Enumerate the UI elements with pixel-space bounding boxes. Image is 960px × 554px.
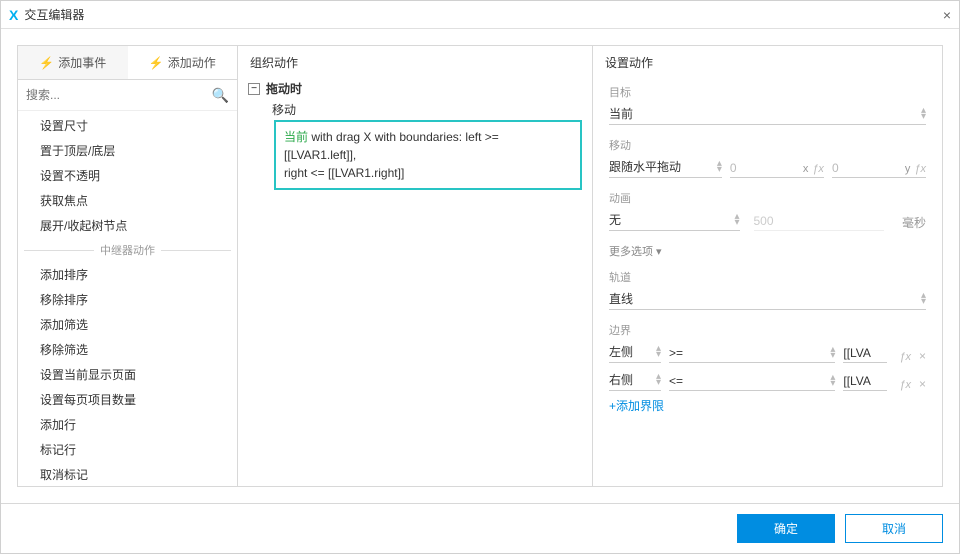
move-y-input[interactable]: 0 y ƒx <box>832 159 926 178</box>
titlebar: X 交互编辑器 × <box>1 1 959 29</box>
action-item[interactable]: 设置当前显示页面 <box>18 362 237 387</box>
track-value: 直线 <box>609 290 921 307</box>
bound-row: 右侧 ▴▾ <= ▴▾ [[LVA ƒx × <box>609 369 926 391</box>
chevron-updown-icon: ▴▾ <box>830 347 835 359</box>
action-item[interactable]: 获取焦点 <box>18 188 237 213</box>
chevron-updown-icon: ▴▾ <box>921 108 926 120</box>
action-item[interactable]: 设置每页项目数量 <box>18 387 237 412</box>
bound-side-select[interactable]: 右侧 ▴▾ <box>609 369 661 391</box>
action-text-line2: right <= [[LVAR1.right]] <box>284 166 404 180</box>
middle-pane: 组织动作 − 拖动时 移动 当前 with drag X with bounda… <box>237 45 592 487</box>
bound-op-select[interactable]: <= ▴▾ <box>669 372 835 391</box>
anim-field: 动画 无 ▴▾ 500 毫秒 <box>609 190 926 231</box>
cancel-button[interactable]: 取消 <box>845 514 943 543</box>
bounds-field: 边界 左侧 ▴▾ >= ▴▾ [[LVA ƒx × <box>609 322 926 414</box>
action-list[interactable]: 设置尺寸 置于顶层/底层 设置不透明 获取焦点 展开/收起树节点 中继器动作 添… <box>18 111 237 486</box>
anim-label: 动画 <box>609 190 926 206</box>
right-pane: 设置动作 目标 当前 ▴▾ 移动 跟随水平拖动 ▴▾ 0 <box>592 45 943 487</box>
chevron-updown-icon: ▴▾ <box>921 293 926 305</box>
tab-add-event[interactable]: ⚡ 添加事件 <box>18 46 128 79</box>
target-value: 当前 <box>609 105 921 122</box>
bound-side-select[interactable]: 左侧 ▴▾ <box>609 341 661 363</box>
current-label: 当前 <box>284 130 308 144</box>
action-item[interactable]: 设置尺寸 <box>18 113 237 138</box>
chevron-updown-icon: ▴▾ <box>656 374 661 386</box>
target-field: 目标 当前 ▴▾ <box>609 84 926 125</box>
y-label: y <box>905 163 911 175</box>
action-item[interactable]: 移除筛选 <box>18 337 237 362</box>
action-text-line1: with drag X with boundaries: left >= [[L… <box>284 130 499 162</box>
anim-select[interactable]: 无 ▴▾ <box>609 209 740 231</box>
remove-icon[interactable]: × <box>919 349 926 363</box>
close-icon[interactable]: × <box>943 7 951 23</box>
action-item[interactable]: 取消标记 <box>18 462 237 486</box>
fx-icon[interactable]: ƒx <box>812 163 824 175</box>
organize-body: − 拖动时 移动 当前 with drag X with boundaries:… <box>238 80 592 190</box>
lightning-icon: ⚡ <box>39 56 54 70</box>
more-options-toggle[interactable]: 更多选项 ▾ <box>609 243 926 259</box>
chevron-updown-icon: ▴▾ <box>734 214 739 226</box>
app-logo: X <box>9 7 18 23</box>
tab-add-action[interactable]: ⚡ 添加动作 <box>128 46 238 79</box>
selected-action[interactable]: 当前 with drag X with boundaries: left >= … <box>274 120 582 190</box>
event-node-label: 拖动时 <box>266 80 302 97</box>
settings-header: 设置动作 <box>593 46 942 80</box>
chevron-updown-icon: ▴▾ <box>830 375 835 387</box>
bound-op-select[interactable]: >= ▴▾ <box>669 344 835 363</box>
bound-expr-input[interactable]: [[LVA <box>843 372 887 391</box>
ok-button[interactable]: 确定 <box>737 514 835 543</box>
track-label: 轨道 <box>609 269 926 285</box>
action-item[interactable]: 移除排序 <box>18 287 237 312</box>
bounds-label: 边界 <box>609 322 926 338</box>
group-repeater: 中继器动作 <box>18 238 237 262</box>
left-pane: ⚡ 添加事件 ⚡ 添加动作 🔍 设置尺寸 置于顶层/底层 设置不透明 获取焦点 展开… <box>17 45 237 487</box>
footer: 确定 取消 <box>1 503 959 553</box>
chevron-updown-icon: ▴▾ <box>717 161 722 173</box>
tab-add-action-label: 添加动作 <box>168 56 216 70</box>
move-field: 移动 跟随水平拖动 ▴▾ 0 x ƒx 0 y ƒx <box>609 137 926 178</box>
action-item[interactable]: 置于顶层/底层 <box>18 138 237 163</box>
fx-icon[interactable]: ƒx <box>899 379 911 391</box>
tab-add-event-label: 添加事件 <box>58 56 106 70</box>
window-title: 交互编辑器 <box>24 6 84 23</box>
move-x-input[interactable]: 0 x ƒx <box>730 159 824 178</box>
duration-input[interactable]: 500 <box>754 212 885 231</box>
settings-body: 目标 当前 ▴▾ 移动 跟随水平拖动 ▴▾ 0 x ƒx <box>593 80 942 486</box>
action-item[interactable]: 标记行 <box>18 437 237 462</box>
search-icon[interactable]: 🔍 <box>212 87 229 104</box>
flash-icon: ⚡ <box>149 56 164 70</box>
x-label: x <box>803 163 809 175</box>
add-boundary-link[interactable]: +添加界限 <box>609 397 926 414</box>
action-item[interactable]: 添加排序 <box>18 262 237 287</box>
action-item[interactable]: 添加行 <box>18 412 237 437</box>
move-value: 跟随水平拖动 <box>609 158 717 175</box>
move-select[interactable]: 跟随水平拖动 ▴▾ <box>609 156 722 178</box>
track-field: 轨道 直线 ▴▾ <box>609 269 926 310</box>
left-tabs: ⚡ 添加事件 ⚡ 添加动作 <box>18 46 237 80</box>
remove-icon[interactable]: × <box>919 377 926 391</box>
bound-expr-input[interactable]: [[LVA <box>843 344 887 363</box>
action-node[interactable]: 移动 <box>272 101 582 118</box>
chevron-updown-icon: ▴▾ <box>656 346 661 358</box>
content-area: ⚡ 添加事件 ⚡ 添加动作 🔍 设置尺寸 置于顶层/底层 设置不透明 获取焦点 展开… <box>1 29 959 503</box>
search-row: 🔍 <box>18 80 237 111</box>
bound-row: 左侧 ▴▾ >= ▴▾ [[LVA ƒx × <box>609 341 926 363</box>
search-input[interactable] <box>26 84 212 106</box>
target-label: 目标 <box>609 84 926 100</box>
action-item[interactable]: 展开/收起树节点 <box>18 213 237 238</box>
anim-value: 无 <box>609 211 734 228</box>
fx-icon[interactable]: ƒx <box>914 163 926 175</box>
target-select[interactable]: 当前 ▴▾ <box>609 103 926 125</box>
organize-header: 组织动作 <box>238 46 592 80</box>
action-item[interactable]: 添加筛选 <box>18 312 237 337</box>
move-label: 移动 <box>609 137 926 153</box>
action-item[interactable]: 设置不透明 <box>18 163 237 188</box>
duration-unit: 毫秒 <box>898 214 926 231</box>
collapse-icon[interactable]: − <box>248 83 260 95</box>
event-node[interactable]: − 拖动时 <box>248 80 582 97</box>
track-select[interactable]: 直线 ▴▾ <box>609 288 926 310</box>
fx-icon[interactable]: ƒx <box>899 351 911 363</box>
